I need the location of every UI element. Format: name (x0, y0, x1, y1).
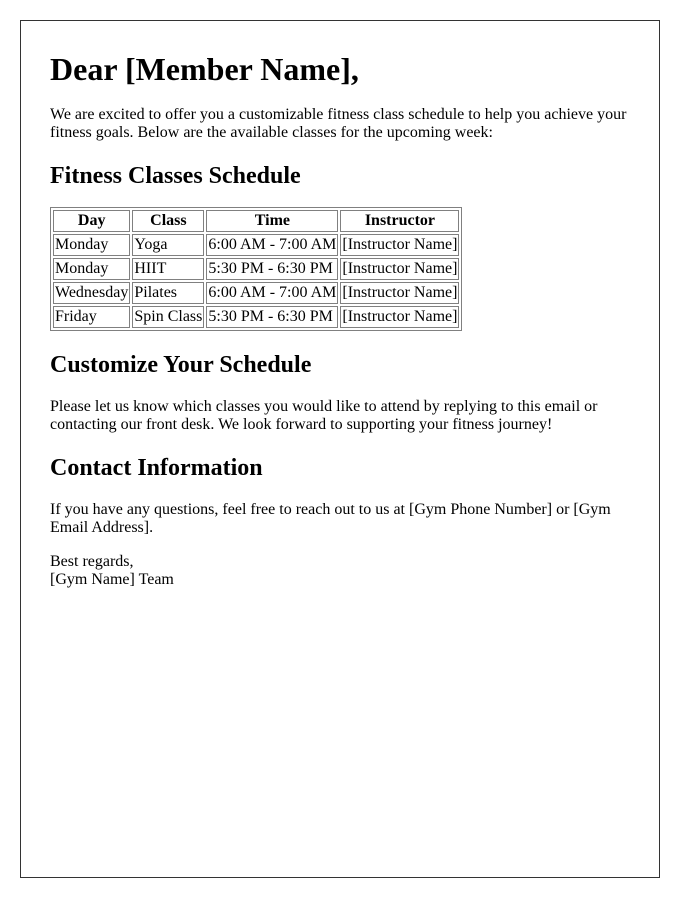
closing-text: Best regards, (50, 553, 134, 570)
column-header-instructor: Instructor (340, 210, 460, 232)
cell-class: Yoga (132, 234, 205, 256)
cell-instructor: [Instructor Name] (340, 282, 460, 304)
cell-time: 5:30 PM - 6:30 PM (206, 258, 339, 280)
cell-time: 5:30 PM - 6:30 PM (206, 306, 339, 328)
cell-time: 6:00 AM - 7:00 AM (206, 282, 339, 304)
schedule-table: Day Class Time Instructor Monday Yoga 6:… (50, 207, 463, 331)
contact-heading: Contact Information (50, 455, 263, 481)
cell-instructor: [Instructor Name] (340, 258, 460, 280)
cell-day: Monday (53, 258, 131, 280)
cell-day: Monday (53, 234, 131, 256)
table-row: Friday Spin Class 5:30 PM - 6:30 PM [Ins… (53, 306, 460, 328)
schedule-heading: Fitness Classes Schedule (50, 163, 301, 189)
customize-heading: Customize Your Schedule (50, 352, 312, 378)
signature-text: [Gym Name] Team (50, 571, 174, 588)
customize-paragraph: Please let us know which classes you wou… (50, 398, 598, 433)
cell-instructor: [Instructor Name] (340, 306, 460, 328)
cell-day: Wednesday (53, 282, 131, 304)
cell-class: Spin Class (132, 306, 205, 328)
column-header-day: Day (53, 210, 131, 232)
greeting-heading: Dear [Member Name], (50, 51, 359, 87)
column-header-time: Time (206, 210, 339, 232)
cell-instructor: [Instructor Name] (340, 234, 460, 256)
cell-class: Pilates (132, 282, 205, 304)
signoff: Best regards, [Gym Name] Team (50, 553, 630, 589)
table-header-row: Day Class Time Instructor (53, 210, 460, 232)
column-header-class: Class (132, 210, 205, 232)
cell-day: Friday (53, 306, 131, 328)
contact-paragraph: If you have any questions, feel free to … (50, 501, 611, 536)
cell-class: HIIT (132, 258, 205, 280)
table-row: Monday Yoga 6:00 AM - 7:00 AM [Instructo… (53, 234, 460, 256)
table-row: Monday HIIT 5:30 PM - 6:30 PM [Instructo… (53, 258, 460, 280)
cell-time: 6:00 AM - 7:00 AM (206, 234, 339, 256)
intro-paragraph: We are excited to offer you a customizab… (50, 106, 627, 141)
table-row: Wednesday Pilates 6:00 AM - 7:00 AM [Ins… (53, 282, 460, 304)
letter-container: Dear [Member Name], We are excited to of… (20, 20, 660, 878)
